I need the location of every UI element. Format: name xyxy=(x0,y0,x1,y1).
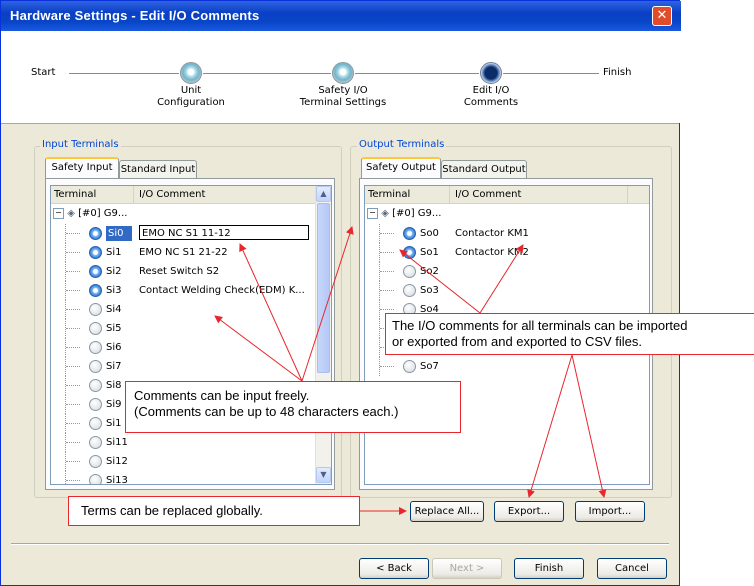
arrow-to-so0-comment xyxy=(479,244,524,314)
arrow-to-si0-comment xyxy=(301,226,354,382)
arrow-to-export xyxy=(527,354,573,498)
annotation-arrows xyxy=(214,226,607,515)
arrow-to-si0 xyxy=(239,243,303,382)
arrow-to-import xyxy=(571,354,607,498)
arrow-to-so1 xyxy=(399,249,481,314)
arrow-to-si1 xyxy=(214,315,303,382)
